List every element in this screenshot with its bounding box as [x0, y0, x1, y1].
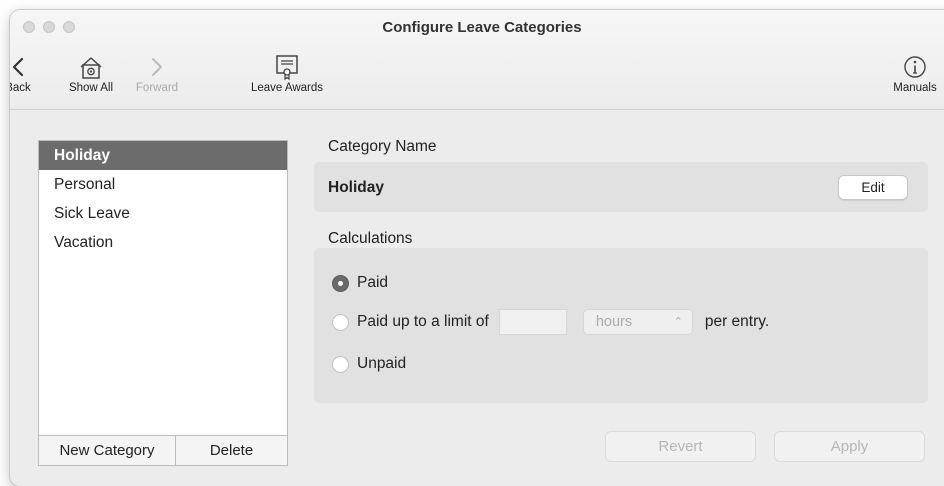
- calculations-panel: Paid Paid up to a limit of hours ⌃ per e…: [314, 248, 928, 403]
- unpaid-radio[interactable]: [332, 355, 349, 373]
- apply-button[interactable]: Apply: [774, 431, 925, 462]
- category-list: Holiday Personal Sick Leave Vacation New…: [38, 140, 288, 466]
- forward-button[interactable]: Forward: [127, 52, 187, 94]
- unpaid-label: Unpaid: [357, 355, 407, 372]
- paid-limit-radio[interactable]: [332, 313, 349, 331]
- back-label: Back: [10, 82, 31, 94]
- paid-option[interactable]: Paid: [332, 271, 388, 295]
- edit-button[interactable]: Edit: [838, 175, 908, 200]
- leave-awards-button[interactable]: Leave Awards: [242, 52, 332, 94]
- category-item-holiday[interactable]: Holiday: [39, 141, 287, 170]
- chevron-right-icon: [127, 52, 187, 82]
- paid-limit-prefix: Paid up to a limit of: [357, 313, 489, 330]
- category-list-footer: New Category Delete: [39, 435, 287, 465]
- category-item-personal[interactable]: Personal: [39, 170, 287, 199]
- category-item-vacation[interactable]: Vacation: [39, 228, 287, 257]
- info-icon: [880, 52, 944, 82]
- forward-label: Forward: [135, 82, 179, 94]
- limit-unit-value: hours: [595, 314, 633, 330]
- new-category-button[interactable]: New Category: [39, 436, 176, 465]
- certificate-icon: [242, 52, 332, 82]
- paid-label: Paid: [357, 274, 389, 291]
- back-button[interactable]: Back: [10, 52, 40, 94]
- chevron-left-icon: [10, 52, 40, 82]
- limit-unit-select[interactable]: hours ⌃: [582, 309, 693, 335]
- delete-category-button[interactable]: Delete: [176, 436, 287, 465]
- show-all-button[interactable]: Show All: [61, 52, 121, 94]
- category-name-label: Category Name: [328, 138, 437, 155]
- calculations-label: Calculations: [328, 230, 413, 247]
- paid-limit-option[interactable]: Paid up to a limit of hours ⌃ per entry.: [332, 308, 769, 336]
- up-down-chevron-icon: ⌃: [673, 316, 683, 328]
- manuals-label: Manuals: [893, 82, 937, 94]
- house-gear-icon: [61, 52, 121, 82]
- limit-amount-input[interactable]: [498, 309, 567, 335]
- category-name-panel: Holiday Edit: [314, 162, 928, 212]
- leave-awards-label: Leave Awards: [250, 82, 324, 94]
- window-toolbar: Configure Leave Categories Back Show All: [10, 10, 944, 110]
- revert-button[interactable]: Revert: [605, 431, 756, 462]
- configure-leave-categories-window: Configure Leave Categories Back Show All: [10, 10, 944, 486]
- manuals-button[interactable]: Manuals: [880, 52, 944, 94]
- paid-limit-suffix: per entry.: [704, 313, 770, 330]
- show-all-label: Show All: [68, 82, 114, 94]
- window-title: Configure Leave Categories: [382, 19, 582, 36]
- unpaid-option[interactable]: Unpaid: [332, 352, 406, 376]
- category-item-sick-leave[interactable]: Sick Leave: [39, 199, 287, 228]
- paid-radio[interactable]: [332, 274, 349, 292]
- category-name-value: Holiday: [328, 179, 384, 196]
